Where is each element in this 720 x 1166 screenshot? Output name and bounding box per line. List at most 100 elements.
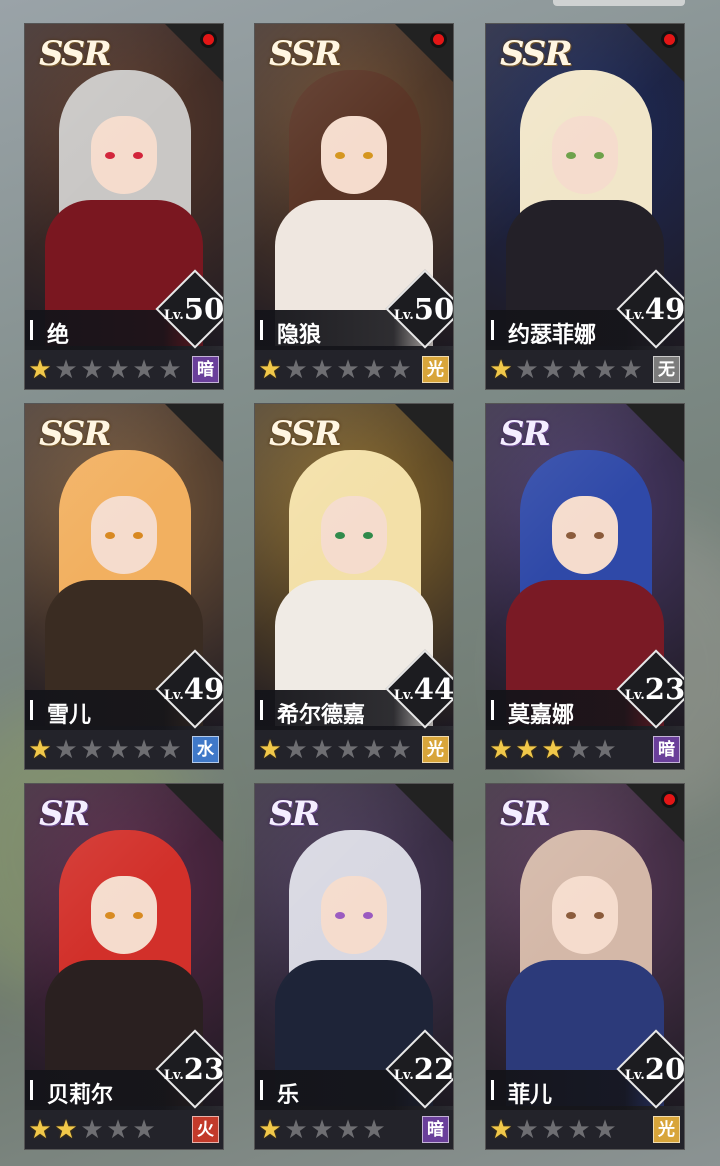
level-prefix: Lv. bbox=[163, 308, 184, 323]
character-name: 乐 bbox=[277, 1082, 300, 1107]
character-card-2[interactable]: SSR 隐狼 Lv.50 ★ ★ ★ ★ ★ ★ 光 bbox=[254, 23, 454, 390]
level-badge: Lv.50 bbox=[385, 269, 453, 353]
star-filled-icon: ★ bbox=[54, 1114, 78, 1144]
star-filled-icon: ★ bbox=[489, 354, 513, 384]
star-empty-icon: ★ bbox=[336, 1114, 360, 1144]
corner-decoration bbox=[395, 24, 453, 82]
rarity-label: SSR bbox=[39, 34, 112, 74]
star-empty-icon: ★ bbox=[619, 354, 643, 384]
name-marker bbox=[491, 700, 494, 720]
element-badge: 暗 bbox=[653, 736, 680, 763]
star-rating: ★ ★ ★ ★ ★ 暗 bbox=[486, 730, 684, 769]
star-filled-icon: ★ bbox=[258, 1114, 282, 1144]
character-card-4[interactable]: SSR 雪儿 Lv.49 ★ ★ ★ ★ ★ ★ 水 bbox=[24, 403, 224, 770]
star-empty-icon: ★ bbox=[388, 354, 412, 384]
character-card-5[interactable]: SSR 希尔德嘉 Lv.44 ★ ★ ★ ★ ★ ★ 光 bbox=[254, 403, 454, 770]
star-empty-icon: ★ bbox=[132, 354, 156, 384]
character-card-3[interactable]: SSR 约瑟菲娜 Lv.49 ★ ★ ★ ★ ★ ★ 无 bbox=[485, 23, 685, 390]
star-empty-icon: ★ bbox=[106, 1114, 130, 1144]
star-filled-icon: ★ bbox=[28, 354, 52, 384]
level-value: 22 bbox=[413, 1052, 454, 1086]
corner-decoration bbox=[626, 404, 684, 462]
name-marker bbox=[30, 320, 33, 340]
star-empty-icon: ★ bbox=[310, 354, 334, 384]
level-value: 44 bbox=[413, 672, 454, 706]
star-rating: ★ ★ ★ ★ ★ ★ 水 bbox=[25, 730, 223, 769]
star-rating: ★ ★ ★ ★ ★ 暗 bbox=[255, 1110, 453, 1149]
level-prefix: Lv. bbox=[624, 688, 645, 703]
name-marker bbox=[30, 1080, 33, 1100]
corner-decoration bbox=[165, 404, 223, 462]
character-name: 约瑟菲娜 bbox=[508, 322, 597, 347]
level-badge: Lv.49 bbox=[616, 269, 684, 353]
level-badge: Lv.23 bbox=[616, 649, 684, 733]
star-empty-icon: ★ bbox=[515, 1114, 539, 1144]
character-card-6[interactable]: SR 莫嘉娜 Lv.23 ★ ★ ★ ★ ★ 暗 bbox=[485, 403, 685, 770]
level-prefix: Lv. bbox=[163, 1068, 184, 1083]
star-filled-icon: ★ bbox=[489, 734, 513, 764]
star-filled-icon: ★ bbox=[541, 734, 565, 764]
rarity-label: SR bbox=[39, 794, 90, 834]
level-value: 49 bbox=[183, 672, 224, 706]
character-name: 菲儿 bbox=[508, 1082, 553, 1107]
star-empty-icon: ★ bbox=[362, 734, 386, 764]
star-empty-icon: ★ bbox=[593, 1114, 617, 1144]
notification-dot bbox=[203, 34, 214, 45]
level-value: 20 bbox=[644, 1052, 685, 1086]
character-name: 隐狼 bbox=[277, 322, 322, 347]
name-marker bbox=[30, 700, 33, 720]
star-empty-icon: ★ bbox=[336, 354, 360, 384]
element-badge: 暗 bbox=[192, 356, 219, 383]
star-empty-icon: ★ bbox=[80, 734, 104, 764]
level-badge: Lv.22 bbox=[385, 1029, 454, 1113]
level-prefix: Lv. bbox=[393, 308, 414, 323]
name-marker bbox=[260, 1080, 263, 1100]
star-empty-icon: ★ bbox=[593, 734, 617, 764]
star-filled-icon: ★ bbox=[489, 1114, 513, 1144]
star-empty-icon: ★ bbox=[106, 354, 130, 384]
character-name: 绝 bbox=[47, 322, 70, 347]
notification-dot bbox=[664, 34, 675, 45]
element-badge: 暗 bbox=[422, 1116, 449, 1143]
star-empty-icon: ★ bbox=[362, 1114, 386, 1144]
star-empty-icon: ★ bbox=[388, 734, 412, 764]
character-card-7[interactable]: SR 贝莉尔 Lv.23 ★ ★ ★ ★ ★ 火 bbox=[24, 783, 224, 1150]
star-empty-icon: ★ bbox=[106, 734, 130, 764]
character-card-1[interactable]: SSR 绝 Lv.50 ★ ★ ★ ★ ★ ★ 暗 bbox=[24, 23, 224, 390]
star-empty-icon: ★ bbox=[515, 354, 539, 384]
character-name: 雪儿 bbox=[47, 702, 92, 727]
star-empty-icon: ★ bbox=[132, 1114, 156, 1144]
character-card-8[interactable]: SR 乐 Lv.22 ★ ★ ★ ★ ★ 暗 bbox=[254, 783, 454, 1150]
corner-decoration bbox=[395, 784, 453, 842]
corner-decoration bbox=[165, 24, 223, 82]
star-empty-icon: ★ bbox=[54, 354, 78, 384]
element-badge: 光 bbox=[422, 736, 449, 763]
star-rating: ★ ★ ★ ★ ★ 火 bbox=[25, 1110, 223, 1149]
corner-decoration bbox=[626, 784, 684, 842]
rarity-label: SR bbox=[500, 414, 551, 454]
star-rating: ★ ★ ★ ★ ★ ★ 光 bbox=[255, 350, 453, 389]
name-marker bbox=[260, 320, 263, 340]
character-grid: SSR 绝 Lv.50 ★ ★ ★ ★ ★ ★ 暗 SSR 隐狼 Lv.50 ★… bbox=[0, 0, 720, 1166]
level-badge: Lv.44 bbox=[385, 649, 454, 733]
star-empty-icon: ★ bbox=[567, 734, 591, 764]
level-badge: Lv.23 bbox=[155, 1029, 223, 1113]
star-filled-icon: ★ bbox=[28, 734, 52, 764]
level-badge: Lv.20 bbox=[616, 1029, 685, 1113]
name-marker bbox=[491, 320, 494, 340]
rarity-label: SR bbox=[269, 794, 320, 834]
star-empty-icon: ★ bbox=[132, 734, 156, 764]
level-prefix: Lv. bbox=[163, 688, 184, 703]
corner-decoration bbox=[395, 404, 453, 462]
element-badge: 光 bbox=[422, 356, 449, 383]
name-marker bbox=[491, 1080, 494, 1100]
star-empty-icon: ★ bbox=[310, 734, 334, 764]
level-badge: Lv.49 bbox=[155, 649, 224, 733]
notification-dot bbox=[433, 34, 444, 45]
element-badge: 水 bbox=[192, 736, 219, 763]
star-empty-icon: ★ bbox=[362, 354, 386, 384]
star-filled-icon: ★ bbox=[258, 354, 282, 384]
star-filled-icon: ★ bbox=[28, 1114, 52, 1144]
character-card-9[interactable]: SR 菲儿 Lv.20 ★ ★ ★ ★ ★ 光 bbox=[485, 783, 685, 1150]
star-empty-icon: ★ bbox=[80, 1114, 104, 1144]
